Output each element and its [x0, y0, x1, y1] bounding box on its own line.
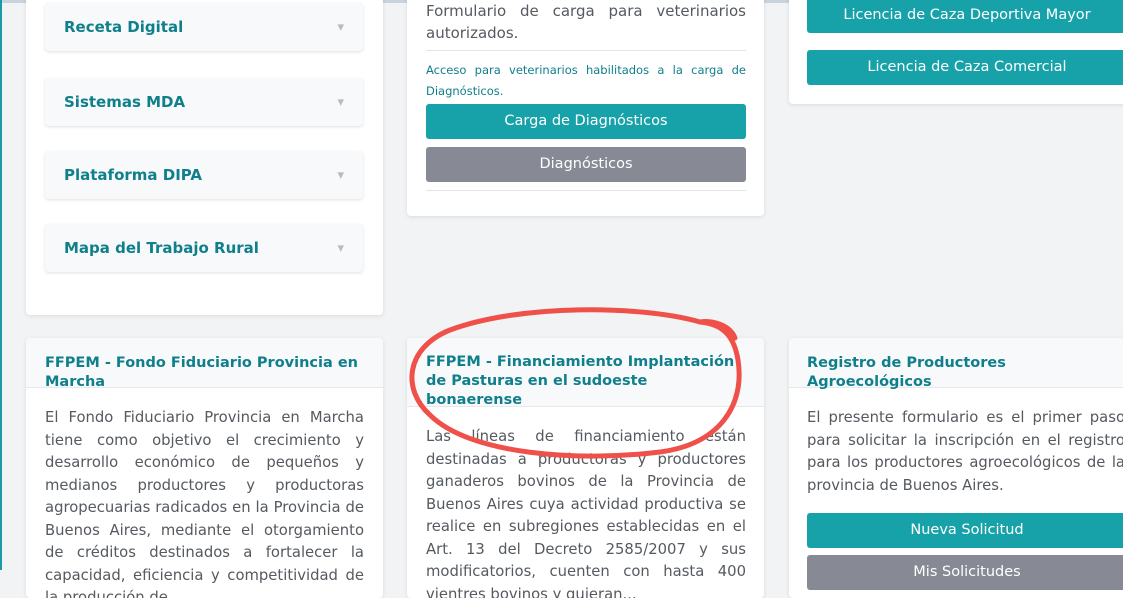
- accordion-item-label: Mapa del Trabajo Rural: [64, 239, 259, 257]
- card-note: Acceso para veterinarios habilitados a l…: [426, 63, 746, 98]
- left-accent-border: [0, 0, 2, 570]
- diagnosticos-button[interactable]: Diagnósticos: [426, 147, 746, 182]
- chevron-down-icon: ▾: [337, 94, 344, 110]
- licencia-caza-mayor-button[interactable]: Licencia de Caza Deportiva Mayor: [807, 0, 1123, 33]
- accordion-item-mapa-trabajo-rural[interactable]: Mapa del Trabajo Rural ▾: [45, 224, 363, 272]
- card-body: El Fondo Fiduciario Provincia en Marcha …: [45, 409, 364, 598]
- hunting-licence-card: Licencia de Caza Deportiva Mayor Licenci…: [789, 0, 1123, 104]
- agroecological-registry-card: Registro de Productores Agroecológicos E…: [789, 338, 1123, 598]
- card-body: Las líneas de financiamiento están desti…: [426, 428, 746, 598]
- ffpem-card: FFPEM - Fondo Fiduciario Provincia en Ma…: [26, 338, 383, 598]
- divider: [426, 190, 746, 191]
- chevron-down-icon: ▾: [337, 167, 344, 183]
- mis-solicitudes-button[interactable]: Mis Solicitudes: [807, 555, 1123, 590]
- card-header: Registro de Productores Agroecológicos: [789, 338, 1123, 390]
- chevron-down-icon: ▾: [337, 19, 344, 35]
- card-header: FFPEM - Fondo Fiduciario Provincia en Ma…: [26, 338, 383, 390]
- accordion-item-sistemas-mda[interactable]: Sistemas MDA ▾: [45, 78, 363, 126]
- card-description: Formulario de carga para veterinarios au…: [426, 2, 746, 42]
- chevron-down-icon: ▾: [337, 240, 344, 256]
- accordion-item-label: Receta Digital: [64, 18, 184, 36]
- card-title[interactable]: FFPEM - Financiamiento Implantación de P…: [426, 354, 734, 408]
- accordion-item-plataforma-dipa[interactable]: Plataforma DIPA ▾: [45, 151, 363, 199]
- accordion-item-label: Sistemas MDA: [64, 93, 186, 111]
- pasturas-financing-card: FFPEM - Financiamiento Implantación de P…: [407, 338, 764, 598]
- accordion-item-receta-digital[interactable]: Receta Digital ▾: [45, 3, 363, 51]
- accordion-item-label: Plataforma DIPA: [64, 166, 203, 184]
- veterinary-diagnostics-card: Formulario de carga para veterinarios au…: [407, 0, 764, 216]
- licencia-caza-comercial-button[interactable]: Licencia de Caza Comercial: [807, 50, 1123, 85]
- card-title[interactable]: FFPEM - Fondo Fiduciario Provincia en Ma…: [45, 355, 358, 390]
- card-body: El presente formulario es el primer paso…: [807, 409, 1123, 494]
- card-title[interactable]: Registro de Productores Agroecológicos: [807, 355, 1006, 390]
- carga-diagnosticos-button[interactable]: Carga de Diagnósticos: [426, 104, 746, 139]
- nueva-solicitud-button[interactable]: Nueva Solicitud: [807, 513, 1123, 548]
- card-header: FFPEM - Financiamiento Implantación de P…: [407, 338, 764, 408]
- systems-accordion-card: Receta Digital ▾ Sistemas MDA ▾ Platafor…: [26, 0, 383, 315]
- divider: [426, 50, 746, 51]
